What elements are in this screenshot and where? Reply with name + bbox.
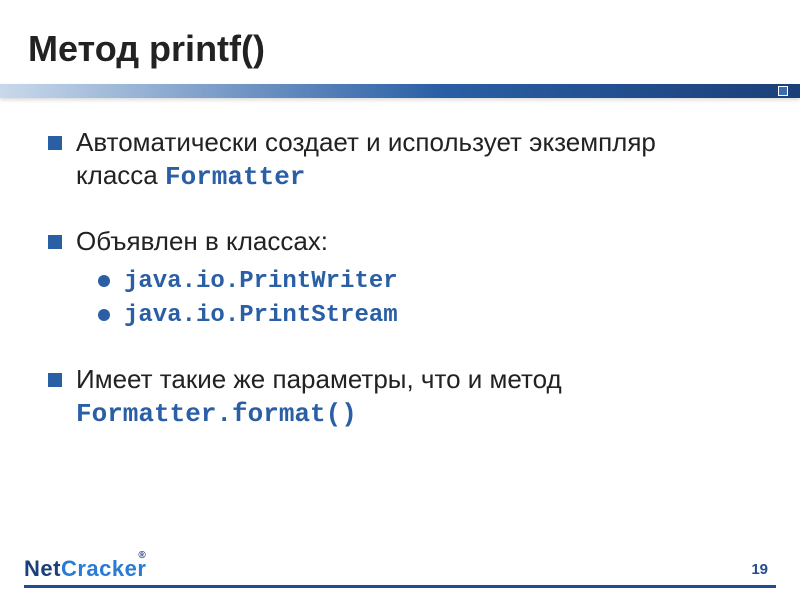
page-number: 19 <box>751 561 768 578</box>
slide: Метод printf() Автоматически создает и и… <box>0 0 800 600</box>
logo-registered-icon: ® <box>138 550 146 561</box>
code-text: Formatter <box>165 162 305 192</box>
bullet-text: Имеет такие же параметры, что и метод <box>76 364 562 394</box>
bullet-list: Автоматически создает и использует экзем… <box>48 126 740 431</box>
sub-bullet-item: java.io.PrintWriter <box>98 264 740 298</box>
slide-footer: NetCracker® 19 <box>24 550 776 582</box>
slide-content: Автоматически создает и использует экзем… <box>28 98 760 431</box>
bullet-item: Имеет такие же параметры, что и метод Fo… <box>48 363 740 432</box>
slide-title: Метод printf() <box>28 28 760 70</box>
sub-bullet-item: java.io.PrintStream <box>98 298 740 332</box>
logo-net: Net <box>24 556 61 581</box>
bullet-text: Автоматически создает и использует экзем… <box>76 127 656 190</box>
divider-marker-icon <box>778 86 788 96</box>
code-text: java.io.PrintWriter <box>124 268 398 295</box>
bullet-item: Объявлен в классах: java.io.PrintWriter … <box>48 225 740 333</box>
bullet-text: Объявлен в классах: <box>76 226 328 256</box>
netcracker-logo: NetCracker® <box>24 550 152 582</box>
code-text: java.io.PrintStream <box>124 302 398 329</box>
divider-bar <box>0 84 800 98</box>
footer-line <box>24 585 776 588</box>
sub-bullet-list: java.io.PrintWriter java.io.PrintStream <box>76 264 740 333</box>
code-text: Formatter.format() <box>76 399 357 429</box>
logo-cracker: Cracker <box>61 556 146 581</box>
bullet-item: Автоматически создает и использует экзем… <box>48 126 740 195</box>
